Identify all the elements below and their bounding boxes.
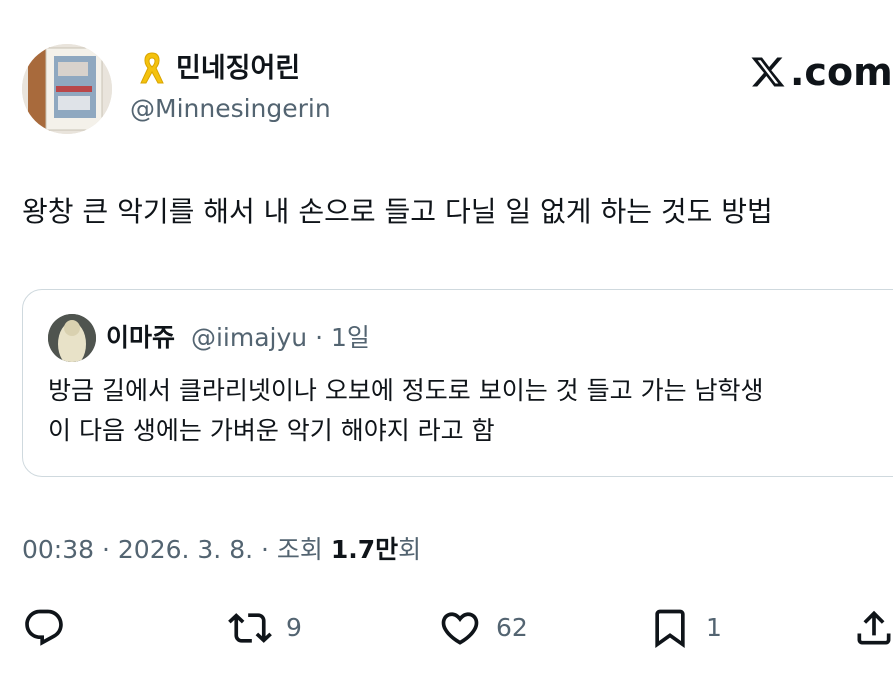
quoted-text-line: 이 다음 생에는 가벼운 악기 해야지 라고 함 — [48, 416, 495, 445]
heart-icon — [441, 612, 479, 645]
author-avatar[interactable] — [22, 44, 112, 134]
share-icon — [857, 610, 891, 645]
tweet-meta: 00:38 · 2026. 3. 8. · 조회 1.7만회 — [22, 532, 421, 568]
reply-button[interactable] — [22, 606, 66, 650]
quoted-time[interactable]: 1일 — [331, 323, 370, 352]
tweet-timestamp[interactable]: 00:38 · 2026. 3. 8. · 조회 — [22, 535, 331, 564]
views-count: 1.7만 — [330, 535, 399, 564]
bookmark-button[interactable]: 1 — [648, 606, 722, 650]
retweet-button[interactable]: 9 — [228, 606, 302, 650]
yellow-ribbon-icon — [140, 52, 164, 84]
author-handle[interactable]: @Minnesingerin — [130, 92, 331, 126]
reply-icon — [25, 609, 63, 646]
quoted-author-avatar[interactable] — [48, 314, 96, 362]
like-button[interactable]: 62 — [438, 606, 528, 650]
like-count: 62 — [496, 613, 528, 642]
tweet-text: 왕창 큰 악기를 해서 내 손으로 들고 다닐 일 없게 하는 것도 방법 — [22, 195, 773, 228]
quoted-display-name[interactable]: 이마쥬 — [106, 323, 175, 352]
retweet-icon — [228, 613, 272, 643]
author-display-name[interactable]: 민네징어린 — [176, 52, 300, 86]
quoted-text-line: 방금 길에서 클라리넷이나 오보에 정도로 보이는 것 들고 가는 남학생 — [48, 376, 764, 405]
x-logo-icon — [751, 57, 785, 87]
views-suffix: 회 — [398, 535, 422, 564]
x-logo-text: .com — [790, 50, 893, 94]
avatar-image — [22, 44, 112, 134]
quoted-handle[interactable]: @iimajyu — [191, 323, 307, 352]
quoted-text: 방금 길에서 클라리넷이나 오보에 정도로 보이는 것 들고 가는 남학생 이 … — [48, 371, 764, 451]
bookmark-count: 1 — [706, 613, 722, 642]
quoted-separator: · — [307, 323, 331, 352]
quoted-header: 이마쥬 @iimajyu · 1일 — [106, 320, 370, 356]
bookmark-icon — [655, 609, 685, 649]
quoted-avatar-image — [48, 314, 96, 362]
retweet-count: 9 — [286, 613, 302, 642]
x-brand: .com — [750, 50, 893, 94]
share-button[interactable] — [852, 606, 893, 650]
